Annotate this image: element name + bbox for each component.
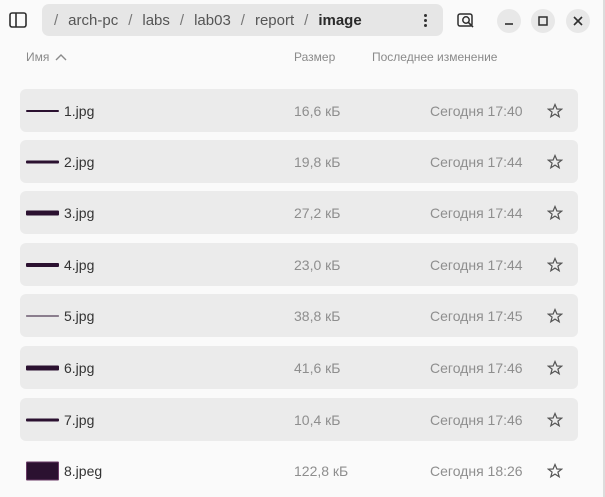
file-row[interactable]: 2.jpg 19,8 кБ Сегодня 17:44 bbox=[20, 140, 578, 183]
close-button[interactable] bbox=[566, 9, 590, 33]
crumb-arch-pc[interactable]: arch-pc bbox=[66, 12, 120, 29]
column-name-label: Имя bbox=[26, 50, 50, 64]
path-bar: / arch-pc / labs / lab03 / report / imag… bbox=[42, 4, 443, 36]
image-thumbnail bbox=[26, 418, 59, 421]
column-header-modified[interactable]: Последнее изменение bbox=[372, 50, 497, 64]
column-modified-label: Последнее изменение bbox=[372, 50, 498, 64]
file-modified: Сегодня 18:26 bbox=[430, 462, 523, 479]
crumb-separator: / bbox=[304, 11, 309, 29]
file-size: 122,8 кБ bbox=[294, 462, 349, 479]
file-name: 6.jpg bbox=[64, 359, 95, 376]
file-name: 2.jpg bbox=[64, 153, 95, 170]
image-thumbnail bbox=[26, 210, 59, 215]
maximize-button[interactable] bbox=[531, 9, 555, 33]
star-icon[interactable] bbox=[547, 204, 563, 221]
crumb-separator: / bbox=[128, 11, 133, 29]
crumb-report[interactable]: report bbox=[253, 12, 296, 29]
star-icon[interactable] bbox=[547, 102, 563, 119]
file-name: 1.jpg bbox=[64, 102, 95, 119]
file-row[interactable]: 8.jpeg 122,8 кБ Сегодня 18:26 bbox=[20, 449, 578, 492]
column-size-label: Размер bbox=[294, 50, 336, 64]
minimize-icon bbox=[505, 23, 513, 25]
sidebar-toggle-icon[interactable] bbox=[8, 10, 28, 30]
close-icon bbox=[573, 16, 583, 26]
file-modified: Сегодня 17:44 bbox=[430, 204, 523, 221]
file-row[interactable]: 4.jpg 23,0 кБ Сегодня 17:44 bbox=[20, 243, 578, 286]
file-name: 3.jpg bbox=[64, 204, 95, 221]
sort-ascending-icon bbox=[55, 54, 67, 61]
file-size: 41,6 кБ bbox=[294, 359, 341, 376]
column-header-name[interactable]: Имя bbox=[26, 50, 67, 64]
image-thumbnail bbox=[26, 461, 59, 480]
file-row[interactable]: 6.jpg 41,6 кБ Сегодня 17:46 bbox=[20, 346, 578, 389]
header-bar: / arch-pc / labs / lab03 / report / imag… bbox=[0, 0, 603, 40]
image-thumbnail bbox=[26, 160, 59, 163]
file-size: 19,8 кБ bbox=[294, 153, 341, 170]
star-icon[interactable] bbox=[547, 462, 563, 479]
column-header-size[interactable]: Размер bbox=[294, 50, 335, 64]
search-icon[interactable] bbox=[456, 10, 476, 30]
file-modified: Сегодня 17:44 bbox=[430, 256, 523, 273]
image-thumbnail bbox=[26, 262, 59, 267]
file-modified: Сегодня 17:46 bbox=[430, 411, 523, 428]
star-icon[interactable] bbox=[547, 307, 563, 324]
file-modified: Сегодня 17:46 bbox=[430, 359, 523, 376]
maximize-icon bbox=[538, 16, 548, 26]
image-thumbnail bbox=[26, 315, 59, 316]
file-size: 38,8 кБ bbox=[294, 307, 341, 324]
file-size: 23,0 кБ bbox=[294, 256, 341, 273]
file-size: 16,6 кБ bbox=[294, 102, 341, 119]
file-row[interactable]: 3.jpg 27,2 кБ Сегодня 17:44 bbox=[20, 191, 578, 234]
file-row[interactable]: 5.jpg 38,8 кБ Сегодня 17:45 bbox=[20, 294, 578, 337]
root-crumb[interactable]: / bbox=[46, 12, 66, 29]
image-thumbnail bbox=[26, 109, 59, 112]
file-name: 7.jpg bbox=[64, 411, 95, 428]
image-thumbnail bbox=[26, 365, 59, 370]
file-row[interactable]: 1.jpg 16,6 кБ Сегодня 17:40 bbox=[20, 89, 578, 132]
vertical-dots-icon[interactable] bbox=[415, 10, 435, 30]
file-modified: Сегодня 17:44 bbox=[430, 153, 523, 170]
crumb-labs[interactable]: labs bbox=[140, 12, 172, 29]
file-size: 27,2 кБ bbox=[294, 204, 341, 221]
file-row[interactable]: 7.jpg 10,4 кБ Сегодня 17:46 bbox=[20, 398, 578, 441]
file-name: 4.jpg bbox=[64, 256, 95, 273]
minimize-button[interactable] bbox=[497, 9, 521, 33]
crumb-image[interactable]: image bbox=[316, 12, 363, 29]
file-modified: Сегодня 17:45 bbox=[430, 307, 523, 324]
star-icon[interactable] bbox=[547, 411, 563, 428]
crumb-separator: / bbox=[240, 11, 245, 29]
crumb-separator: / bbox=[179, 11, 185, 29]
file-size: 10,4 кБ bbox=[294, 411, 341, 428]
star-icon[interactable] bbox=[547, 359, 563, 376]
file-modified: Сегодня 17:40 bbox=[430, 102, 523, 119]
star-icon[interactable] bbox=[547, 256, 563, 273]
star-icon[interactable] bbox=[547, 153, 563, 170]
file-name: 8.jpeg bbox=[64, 462, 103, 479]
file-name: 5.jpg bbox=[64, 307, 95, 324]
crumb-lab03[interactable]: lab03 bbox=[192, 12, 233, 29]
